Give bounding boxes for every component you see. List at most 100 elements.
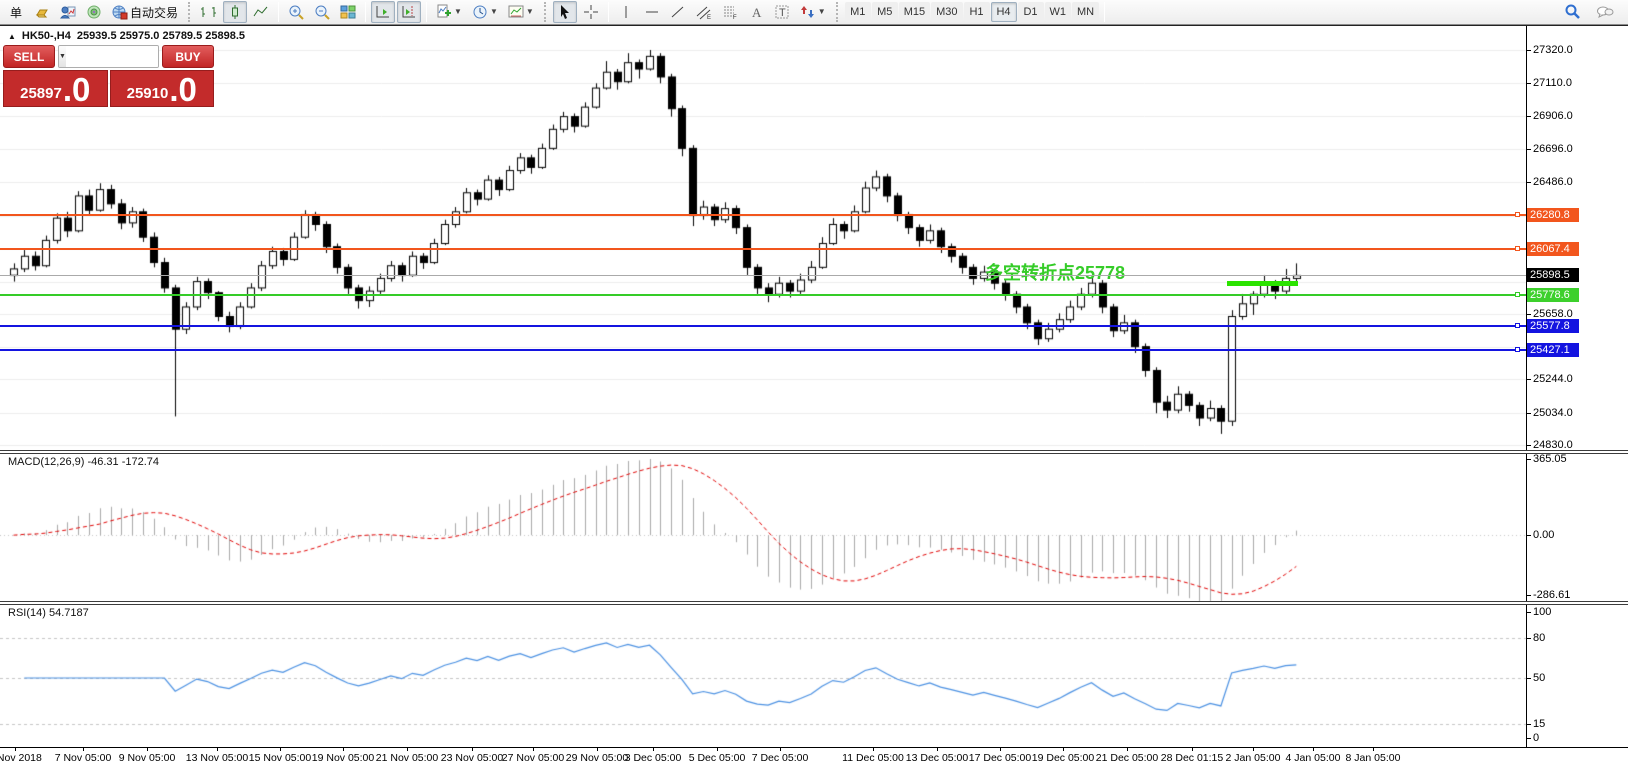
time-axis-tick [1253, 747, 1254, 751]
macd-pane-divider[interactable] [0, 450, 1628, 454]
time-axis-label: 8 Jan 05:00 [1346, 752, 1401, 764]
time-axis-tick [217, 747, 218, 751]
hline-current-price-25898.5[interactable] [0, 275, 1526, 276]
time-axis-tick [343, 747, 344, 751]
macd-axis-tick: -286.61 [1533, 589, 1570, 601]
hline-support-25427.1[interactable] [0, 349, 1526, 351]
price-tick: 24830.0 [1533, 439, 1573, 451]
level-price-badge: 25427.1 [1527, 343, 1579, 357]
rsi-axis-tick: 100 [1533, 606, 1551, 618]
time-axis-label: 28 Dec 01:15 [1161, 752, 1223, 764]
time-axis-label: 21 Nov 05:00 [376, 752, 438, 764]
sell-price-main: 25897 [20, 85, 62, 102]
one-click-trade-panel: SELL ▼ ▲ BUY 25897 .0 25910 .0 [3, 45, 214, 107]
time-axis-label: 13 Dec 05:00 [906, 752, 968, 764]
time-axis-tick [472, 747, 473, 751]
time-axis-tick [1192, 747, 1193, 751]
rsi-axis-tick: 80 [1533, 632, 1545, 644]
volume-input[interactable] [66, 46, 159, 67]
level-price-badge: 25577.8 [1527, 319, 1579, 333]
time-axis-separator [0, 747, 1628, 748]
price-tick: 25658.0 [1533, 308, 1573, 320]
trading-terminal-window: 单 自动交易 [0, 0, 1628, 774]
ohlc-values: 25939.5 25975.0 25789.5 25898.5 [77, 30, 245, 42]
time-axis-tick [597, 747, 598, 751]
time-axis-label: 11 Dec 05:00 [842, 752, 904, 764]
time-axis-tick [15, 747, 16, 751]
time-axis-label: 4 Jan 05:00 [1286, 752, 1341, 764]
time-axis-label: 19 Dec 05:00 [1032, 752, 1094, 764]
buy-price-box[interactable]: 25910 .0 [110, 70, 215, 107]
rsi-axis-tick: 0 [1533, 732, 1539, 744]
time-axis-tick [147, 747, 148, 751]
hline-resistance-26067.4[interactable] [0, 248, 1526, 250]
time-axis-tick [937, 747, 938, 751]
macd-label: MACD(12,26,9) -46.31 -172.74 [8, 456, 159, 468]
time-axis-label: 7 Nov 05:00 [55, 752, 112, 764]
hline-resistance-26280.8[interactable] [0, 214, 1526, 216]
buy-price-main: 25910 [127, 85, 169, 102]
level-price-badge: 26280.8 [1527, 208, 1579, 222]
chart-canvas[interactable] [0, 0, 1628, 774]
time-axis-label: 13 Nov 05:00 [186, 752, 248, 764]
time-axis-tick [1373, 747, 1374, 751]
time-axis-tick [83, 747, 84, 751]
rsi-pane-divider[interactable] [0, 601, 1628, 605]
price-tick: 27320.0 [1533, 44, 1573, 56]
hline-handle[interactable] [1515, 292, 1520, 297]
time-axis-tick [280, 747, 281, 751]
time-axis-label: 27 Nov 05:00 [502, 752, 564, 764]
rsi-axis-tick: 50 [1533, 672, 1545, 684]
time-axis-label: 17 Dec 05:00 [969, 752, 1031, 764]
volume-decrease-button[interactable]: ▼ [59, 46, 66, 67]
time-axis-label: 29 Nov 05:00 [566, 752, 628, 764]
time-axis-tick [533, 747, 534, 751]
time-axis-tick [1313, 747, 1314, 751]
macd-axis-tick: 0.00 [1533, 529, 1554, 541]
pivot-highlight-segment[interactable] [1227, 281, 1298, 286]
time-axis-tick [873, 747, 874, 751]
time-axis-tick [780, 747, 781, 751]
hline-handle[interactable] [1515, 212, 1520, 217]
collapse-panel-icon[interactable]: ▲ [8, 32, 16, 41]
price-tick: 26486.0 [1533, 176, 1573, 188]
time-axis-tick [1127, 747, 1128, 751]
rsi-axis-tick: 15 [1533, 718, 1545, 730]
buy-button[interactable]: BUY [162, 45, 214, 68]
sell-button[interactable]: SELL [3, 45, 55, 68]
buy-price-frac: .0 [169, 73, 197, 106]
time-axis-tick [653, 747, 654, 751]
time-axis-label: 23 Nov 05:00 [441, 752, 503, 764]
hline-support-25577.8[interactable] [0, 325, 1526, 327]
time-axis-tick [407, 747, 408, 751]
macd-axis-tick: 365.05 [1533, 453, 1567, 465]
time-axis-label: 2 Jan 05:00 [1226, 752, 1281, 764]
sell-price-box[interactable]: 25897 .0 [3, 70, 108, 107]
time-axis-tick [1063, 747, 1064, 751]
time-axis-label: 15 Nov 05:00 [249, 752, 311, 764]
hline-handle[interactable] [1515, 323, 1520, 328]
level-price-badge: 25778.6 [1527, 288, 1579, 302]
price-tick: 26906.0 [1533, 110, 1573, 122]
hline-pivot-25778.6[interactable] [0, 294, 1526, 296]
price-tick: 26696.0 [1533, 143, 1573, 155]
hline-handle[interactable] [1515, 347, 1520, 352]
level-price-badge: 26067.4 [1527, 242, 1579, 256]
time-axis-label: 21 Dec 05:00 [1096, 752, 1158, 764]
time-axis-label: 5 Nov 2018 [0, 752, 42, 764]
current-price-badge: 25898.5 [1527, 268, 1579, 282]
price-tick: 27110.0 [1533, 77, 1572, 89]
pivot-annotation-text[interactable]: 多空转折点25778 [985, 259, 1125, 285]
chart-title: ▲ HK50-,H4 25939.5 25975.0 25789.5 25898… [8, 30, 245, 42]
price-tick: 25034.0 [1533, 407, 1573, 419]
time-axis-label: 9 Nov 05:00 [119, 752, 176, 764]
symbol-period-label: HK50-,H4 [22, 30, 71, 42]
time-axis-tick [717, 747, 718, 751]
hline-handle[interactable] [1515, 246, 1520, 251]
sell-price-frac: .0 [63, 73, 91, 106]
time-axis-label: 19 Nov 05:00 [312, 752, 374, 764]
volume-stepper: ▼ ▲ [58, 45, 159, 68]
price-tick: 25244.0 [1533, 373, 1573, 385]
time-axis-tick [1000, 747, 1001, 751]
time-axis-label: 3 Dec 05:00 [625, 752, 682, 764]
